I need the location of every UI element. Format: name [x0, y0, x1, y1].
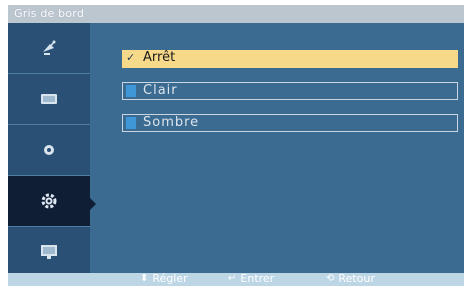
- checkmark-icon: ✓: [126, 51, 136, 64]
- up-down-arrows-icon: ⬍: [140, 273, 149, 284]
- option-sombre[interactable]: Sombre: [122, 114, 458, 132]
- option-label: Arrêt: [143, 50, 176, 65]
- hint-enter: ↵ Entrer: [228, 272, 274, 285]
- option-marker: [126, 85, 136, 97]
- hint-adjust-label: Régler: [152, 272, 188, 285]
- hint-adjust: ⬍ Régler: [140, 272, 188, 285]
- monitor-info-icon: [40, 244, 58, 260]
- options-panel: ✓ Arrêt Clair Sombre: [90, 23, 464, 273]
- hint-return-label: Retour: [338, 272, 375, 285]
- sidebar-item-picture[interactable]: [8, 74, 90, 124]
- menu-title: Gris de bord: [14, 7, 85, 20]
- gear-settings-icon: [40, 192, 58, 210]
- sidebar-item-setup[interactable]: [8, 176, 96, 226]
- option-label: Sombre: [143, 115, 200, 130]
- sidebar-item-info[interactable]: [8, 227, 90, 277]
- option-clair[interactable]: Clair: [122, 82, 458, 100]
- sidebar: [8, 23, 96, 273]
- satellite-dish-icon: [40, 39, 58, 57]
- title-bar: Gris de bord: [8, 5, 464, 23]
- speaker-sound-icon: [42, 143, 56, 157]
- osd-menu: Gris de bord ✓ Arrêt Clair Sombre ⬍ Régl…: [8, 5, 464, 286]
- tv-screen-icon: [40, 92, 58, 106]
- hint-enter-label: Entrer: [240, 272, 275, 285]
- enter-icon: ↵: [228, 273, 237, 284]
- help-bar: ⬍ Régler ↵ Entrer ⟲ Retour: [8, 272, 464, 286]
- option-arret[interactable]: ✓ Arrêt: [122, 50, 458, 68]
- return-icon: ⟲: [326, 273, 335, 284]
- hint-return: ⟲ Retour: [326, 272, 375, 285]
- option-marker: [126, 117, 136, 129]
- sidebar-item-sound[interactable]: [8, 125, 90, 175]
- sidebar-item-input[interactable]: [8, 23, 90, 73]
- option-label: Clair: [143, 83, 178, 98]
